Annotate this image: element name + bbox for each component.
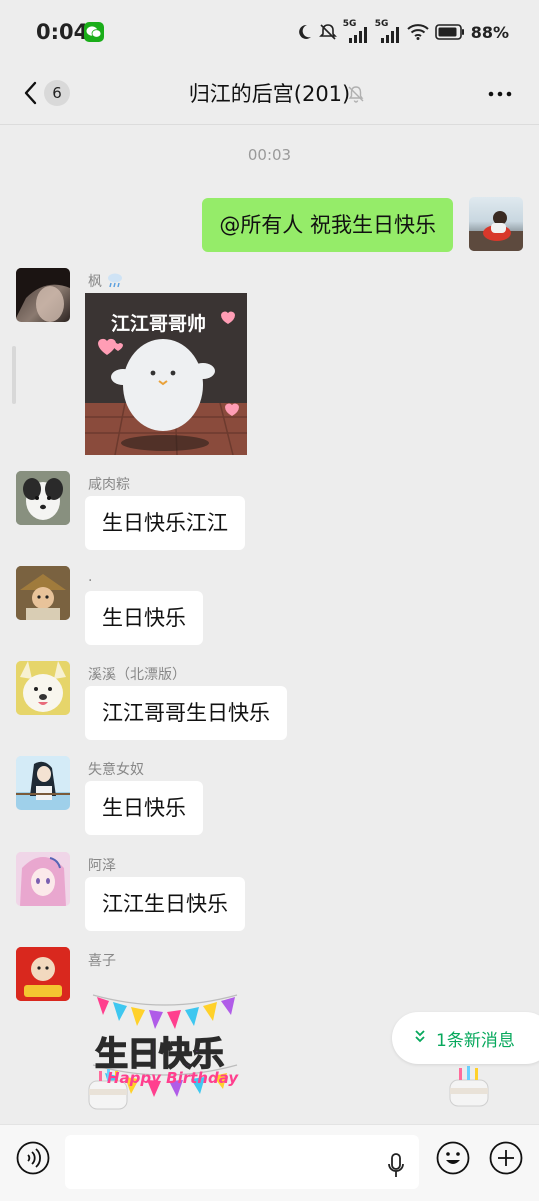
avatar[interactable] <box>16 471 70 525</box>
message-timestamp: 00:03 <box>247 146 292 164</box>
sender-name: 咸肉粽 <box>88 477 130 493</box>
battery-percent: 88% <box>470 22 509 42</box>
signal-2: 5G <box>375 19 401 43</box>
sticker-image[interactable]: 江江哥哥帅 <box>85 293 247 455</box>
avatar[interactable] <box>16 661 70 715</box>
header-divider <box>0 124 539 125</box>
sender-name: 喜子 <box>88 953 116 969</box>
sticker-title: 生日快乐 <box>94 1033 225 1074</box>
avatar[interactable] <box>16 852 70 906</box>
avatar[interactable] <box>16 566 70 620</box>
status-icons: 5G 5G 88% <box>295 19 509 44</box>
battery-icon <box>434 24 464 40</box>
signal-1: 5G <box>343 19 369 43</box>
bell-off-icon <box>318 24 337 40</box>
sender-name: . <box>88 569 93 585</box>
message-bubble[interactable]: 生日快乐江江 <box>85 496 245 550</box>
sticker-image[interactable]: 生日快乐 Happy Birthday <box>85 985 245 1120</box>
sender-name: 溪溪（北漂版） <box>88 667 186 683</box>
self-message-bubble[interactable]: @所有人 祝我生日快乐 <box>202 198 453 252</box>
avatar[interactable] <box>469 197 523 251</box>
avatar[interactable] <box>16 756 70 810</box>
sender-name: 阿泽 <box>88 858 116 874</box>
sender-name: 枫 <box>88 271 124 291</box>
emoji-icon[interactable] <box>436 1141 470 1175</box>
wifi-icon <box>407 24 429 40</box>
status-time: 0:04 <box>36 20 89 44</box>
sticker-subtitle: Happy Birthday <box>107 1069 239 1087</box>
mic-icon[interactable] <box>386 1152 406 1180</box>
new-messages-button[interactable]: 1条新消息 <box>392 1012 539 1064</box>
status-bar: 0:04 5G 5G 88% <box>0 0 539 64</box>
message-bubble[interactable]: 生日快乐 <box>85 591 203 645</box>
mute-bell-icon <box>348 86 364 103</box>
chat-header: 6 归江的后宫(201) <box>0 64 539 124</box>
message-bubble[interactable]: 生日快乐 <box>85 781 203 835</box>
cake-icon <box>446 1062 492 1108</box>
more-icon[interactable] <box>487 82 513 106</box>
avatar[interactable] <box>16 268 70 322</box>
wechat-icon <box>84 22 104 42</box>
input-bar <box>0 1124 539 1201</box>
sender-name: 失意女奴 <box>88 762 144 778</box>
double-chevron-down-icon <box>414 1029 426 1047</box>
voice-icon[interactable] <box>16 1141 50 1175</box>
moon-icon <box>298 24 311 39</box>
avatar[interactable] <box>16 947 70 1001</box>
message-bubble[interactable]: 江江哥哥生日快乐 <box>85 686 287 740</box>
sticker-caption: 江江哥哥帅 <box>111 313 207 335</box>
scrollbar[interactable] <box>12 346 16 404</box>
new-messages-label: 1条新消息 <box>436 1031 515 1051</box>
message-bubble[interactable]: 江江生日快乐 <box>85 877 245 931</box>
message-input[interactable] <box>65 1135 419 1189</box>
chat-title: 归江的后宫(201) <box>188 82 351 106</box>
plus-icon[interactable] <box>489 1141 523 1175</box>
rain-cloud-icon <box>108 273 123 288</box>
